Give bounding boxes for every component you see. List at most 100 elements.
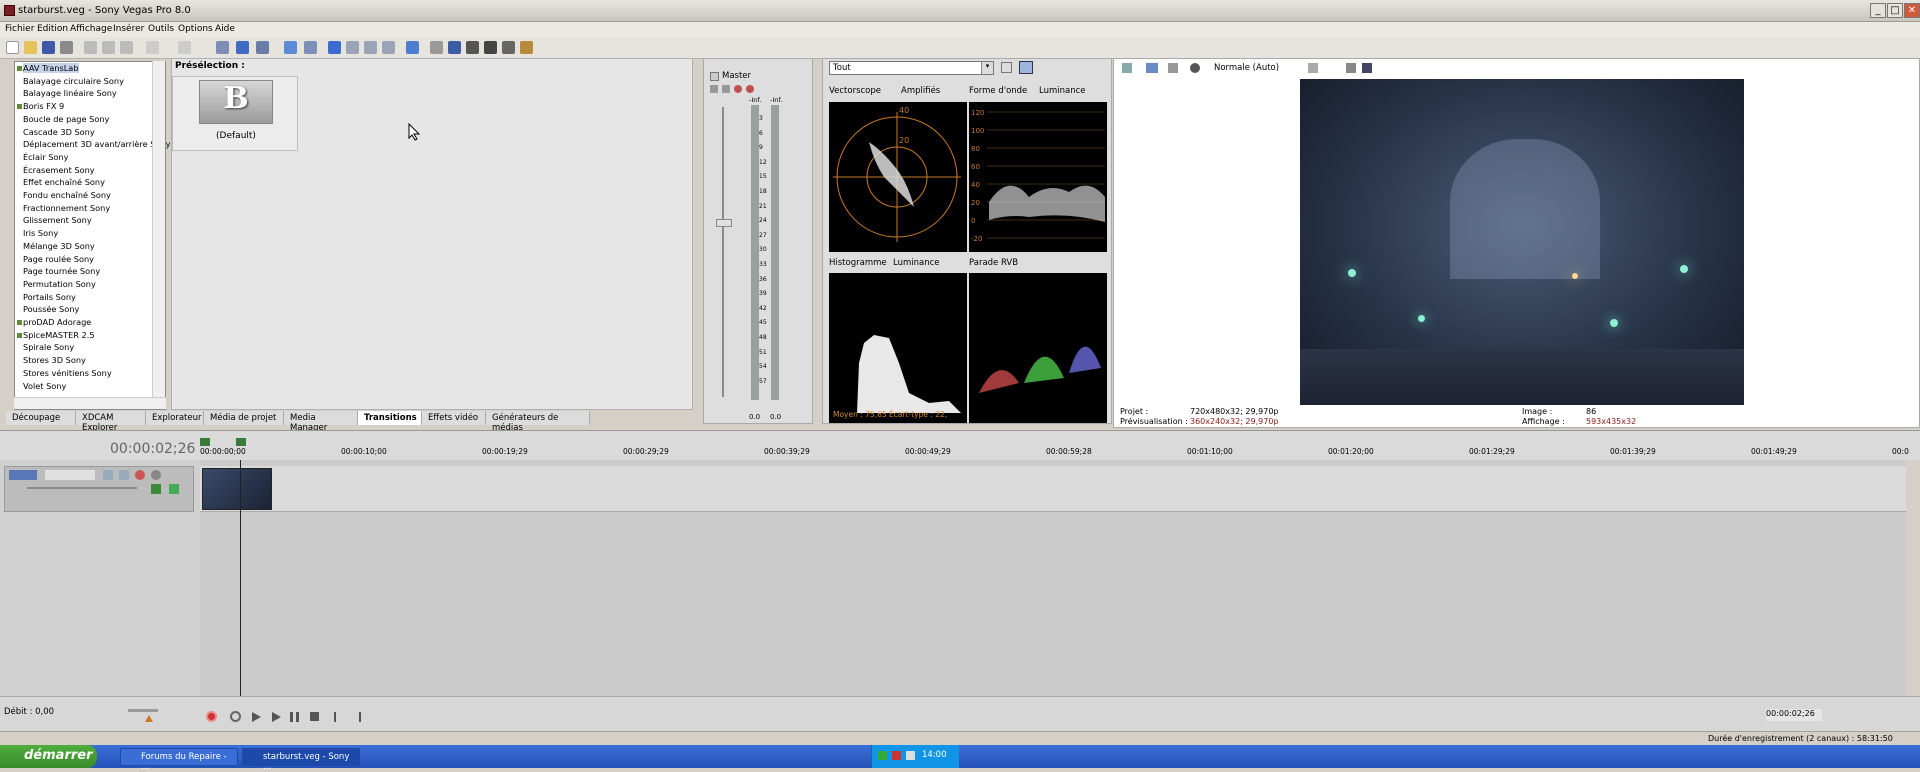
transition-list-item[interactable]: Glissement Sony [23,215,92,225]
stop-button[interactable] [310,712,319,721]
tab-media-manager[interactable]: Media Manager [284,411,358,433]
chevron-down-icon[interactable]: ▾ [981,62,993,74]
split-screen-icon[interactable] [1190,63,1200,73]
transition-list-item[interactable]: Balayage circulaire Sony [23,76,124,86]
selection-tool-icon[interactable] [364,41,377,54]
volume-fader-handle[interactable] [716,219,732,227]
copy-icon[interactable] [102,41,115,54]
menu-affichage[interactable]: Affichage [70,24,112,34]
transition-list-item[interactable]: Écrasement Sony [23,165,95,175]
transition-list-item[interactable]: Stores 3D Sony [23,355,86,365]
close-icon[interactable]: ✕ [1904,3,1920,18]
security-icon[interactable] [892,751,901,760]
transition-list-item[interactable]: Fondu enchaîné Sony [23,190,111,200]
track-motion-icon[interactable] [119,470,129,480]
menu-inserer[interactable]: Insérer [113,24,144,34]
add-marker-icon[interactable] [448,41,461,54]
loop-region-marker[interactable] [236,438,246,446]
zoom-tool-icon[interactable] [382,41,395,54]
overlays-icon[interactable] [1308,63,1318,73]
transition-list-item[interactable]: Poussée Sony [23,304,79,314]
external-monitor-icon[interactable] [1146,63,1158,73]
auto-crossfade-icon[interactable] [304,41,317,54]
auto-ripple-icon[interactable] [236,41,249,54]
menu-edition[interactable]: Edition [37,24,68,34]
volume-icon[interactable] [906,751,915,760]
preview-quality-dropdown[interactable]: Normale (Auto) [1214,63,1279,73]
maximize-icon[interactable]: □ [1887,3,1903,18]
scope-settings-icon[interactable] [1001,62,1012,73]
transition-list-item[interactable]: Page roulée Sony [23,254,94,264]
composite-mode-icon[interactable] [151,484,161,494]
paste-icon[interactable] [120,41,133,54]
transition-list-item[interactable]: AAV TransLab [23,63,79,73]
menu-aide[interactable]: Aide [215,24,235,34]
network-icon[interactable] [878,751,887,760]
transition-list-item[interactable]: Iris Sony [23,228,58,238]
video-track-header[interactable] [4,466,194,512]
markers-icon[interactable] [430,41,443,54]
properties-icon[interactable] [60,41,73,54]
transition-list-item[interactable]: Éclair Sony [23,152,68,162]
tab-transitions[interactable]: Transitions [358,411,422,425]
ignore-grouping-icon[interactable] [284,41,297,54]
track-fx-icon[interactable] [135,470,145,480]
new-file-icon[interactable] [6,41,19,54]
go-to-start-button[interactable] [334,712,343,722]
tab-m-dia-de-projet[interactable]: Média de projet [204,411,284,425]
transition-list-item[interactable]: Boucle de page Sony [23,114,109,124]
transition-list-item[interactable]: Effet enchaîné Sony [23,177,105,187]
region-icon[interactable] [466,41,479,54]
playhead-cursor[interactable] [240,460,241,696]
save-icon[interactable] [42,41,55,54]
transition-list-item[interactable]: SpiceMASTER 2.5 [23,330,95,340]
menu-fichier[interactable]: Fichier [5,24,34,34]
taskbar-vegas-window[interactable]: starburst.veg - Sony ... [242,748,360,772]
tab-effets-vid-o[interactable]: Effets vidéo [422,411,486,425]
scope-select-dropdown[interactable]: Tout [829,61,994,75]
solo-icon[interactable] [169,484,179,494]
redo-icon[interactable] [178,41,191,54]
master-properties-icon[interactable] [710,72,719,81]
taskbar-forum-window[interactable]: Forums du Repaire - ... [120,748,238,772]
transition-list-item[interactable]: Volet Sony [23,381,66,391]
cursor-position-field[interactable]: 00:00:02;26 [1766,709,1822,721]
minimize-icon[interactable]: _ [1870,3,1886,18]
transition-list-item[interactable]: Portails Sony [23,292,76,302]
fx-bypass-icon[interactable] [1168,63,1178,73]
cd-layout-icon[interactable] [484,41,497,54]
copy-snapshot-icon[interactable] [1346,63,1356,73]
play-button[interactable] [272,712,281,722]
cut-icon[interactable] [84,41,97,54]
transition-list-item[interactable]: Permutation Sony [23,279,96,289]
amplified-toggle[interactable]: Amplifiés [901,86,940,96]
transition-list-item[interactable]: proDAD Adorage [23,317,91,327]
media-bins-icon[interactable] [502,41,515,54]
track-name-field[interactable] [45,470,95,480]
update-scopes-icon[interactable] [1019,61,1033,74]
rate-slider[interactable] [128,709,158,712]
preview-properties-icon[interactable] [1122,63,1132,73]
loop-region-marker[interactable] [200,438,210,446]
undo-icon[interactable] [146,41,159,54]
transition-list-item[interactable]: Cascade 3D Sony [23,127,95,137]
play-from-start-button[interactable] [252,712,261,722]
envelope-tool-icon[interactable] [346,41,359,54]
transition-list-item[interactable]: Balayage linéaire Sony [23,88,117,98]
start-button[interactable]: démarrer [0,745,97,768]
help-pointer-icon[interactable] [520,41,533,54]
bypass-motion-blur-icon[interactable] [103,470,113,480]
list-horizontal-scrollbar[interactable] [14,397,166,409]
transition-list-item[interactable]: Mélange 3D Sony [23,241,95,251]
tab-explorateur[interactable]: Explorateur [146,411,204,425]
tab-g-n-rateurs-de-m-dias[interactable]: Générateurs de médias [486,411,590,433]
transition-list-item[interactable]: Spirale Sony [23,342,74,352]
tab-d-coupage[interactable]: Découpage [6,411,76,425]
open-folder-icon[interactable] [24,41,37,54]
rate-slider-handle[interactable] [145,715,153,722]
loop-playback-button[interactable] [230,711,241,722]
preset-thumbnail-card[interactable]: B (Default) [172,76,298,151]
go-to-end-button[interactable] [352,712,361,722]
transition-list-item[interactable]: Fractionnement Sony [23,203,110,213]
tab-xdcam-explorer[interactable]: XDCAM Explorer [76,411,146,433]
